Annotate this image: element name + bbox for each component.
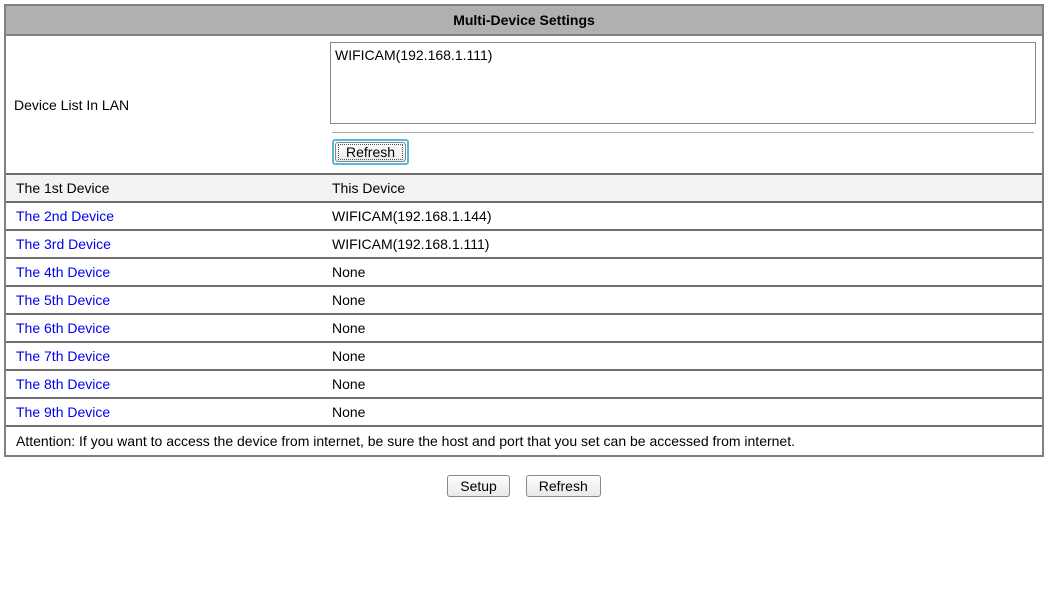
refresh-lan-button[interactable]: Refresh — [335, 142, 406, 162]
device-label[interactable]: The 6th Device — [6, 313, 324, 341]
device-label[interactable]: The 2nd Device — [6, 201, 324, 229]
device-value: WIFICAM(192.168.1.144) — [324, 201, 1042, 229]
device-value: None — [324, 341, 1042, 369]
device-value: None — [324, 369, 1042, 397]
attention-text: Attention: If you want to access the dev… — [6, 425, 1042, 455]
device-value: None — [324, 285, 1042, 313]
device-list-label: Device List In LAN — [6, 36, 324, 173]
device-label[interactable]: The 5th Device — [6, 285, 324, 313]
device-list-box[interactable]: WIFICAM(192.168.1.111) — [330, 42, 1036, 124]
device-value: This Device — [324, 173, 1042, 201]
device-value: None — [324, 257, 1042, 285]
bottom-buttons: Setup Refresh — [4, 475, 1044, 497]
device-list-item[interactable]: WIFICAM(192.168.1.111) — [335, 47, 1031, 63]
device-label[interactable]: The 7th Device — [6, 341, 324, 369]
page-title: Multi-Device Settings — [6, 6, 1042, 36]
refresh-lan-label: Refresh — [346, 144, 395, 160]
device-value: WIFICAM(192.168.1.111) — [324, 229, 1042, 257]
device-label[interactable]: The 9th Device — [6, 397, 324, 425]
settings-table: Multi-Device Settings Device List In LAN… — [4, 4, 1044, 457]
refresh-button[interactable]: Refresh — [526, 475, 601, 497]
device-label[interactable]: The 8th Device — [6, 369, 324, 397]
device-value: None — [324, 313, 1042, 341]
setup-button[interactable]: Setup — [447, 475, 510, 497]
device-label[interactable]: The 4th Device — [6, 257, 324, 285]
device-value: None — [324, 397, 1042, 425]
device-label: The 1st Device — [6, 173, 324, 201]
device-label[interactable]: The 3rd Device — [6, 229, 324, 257]
